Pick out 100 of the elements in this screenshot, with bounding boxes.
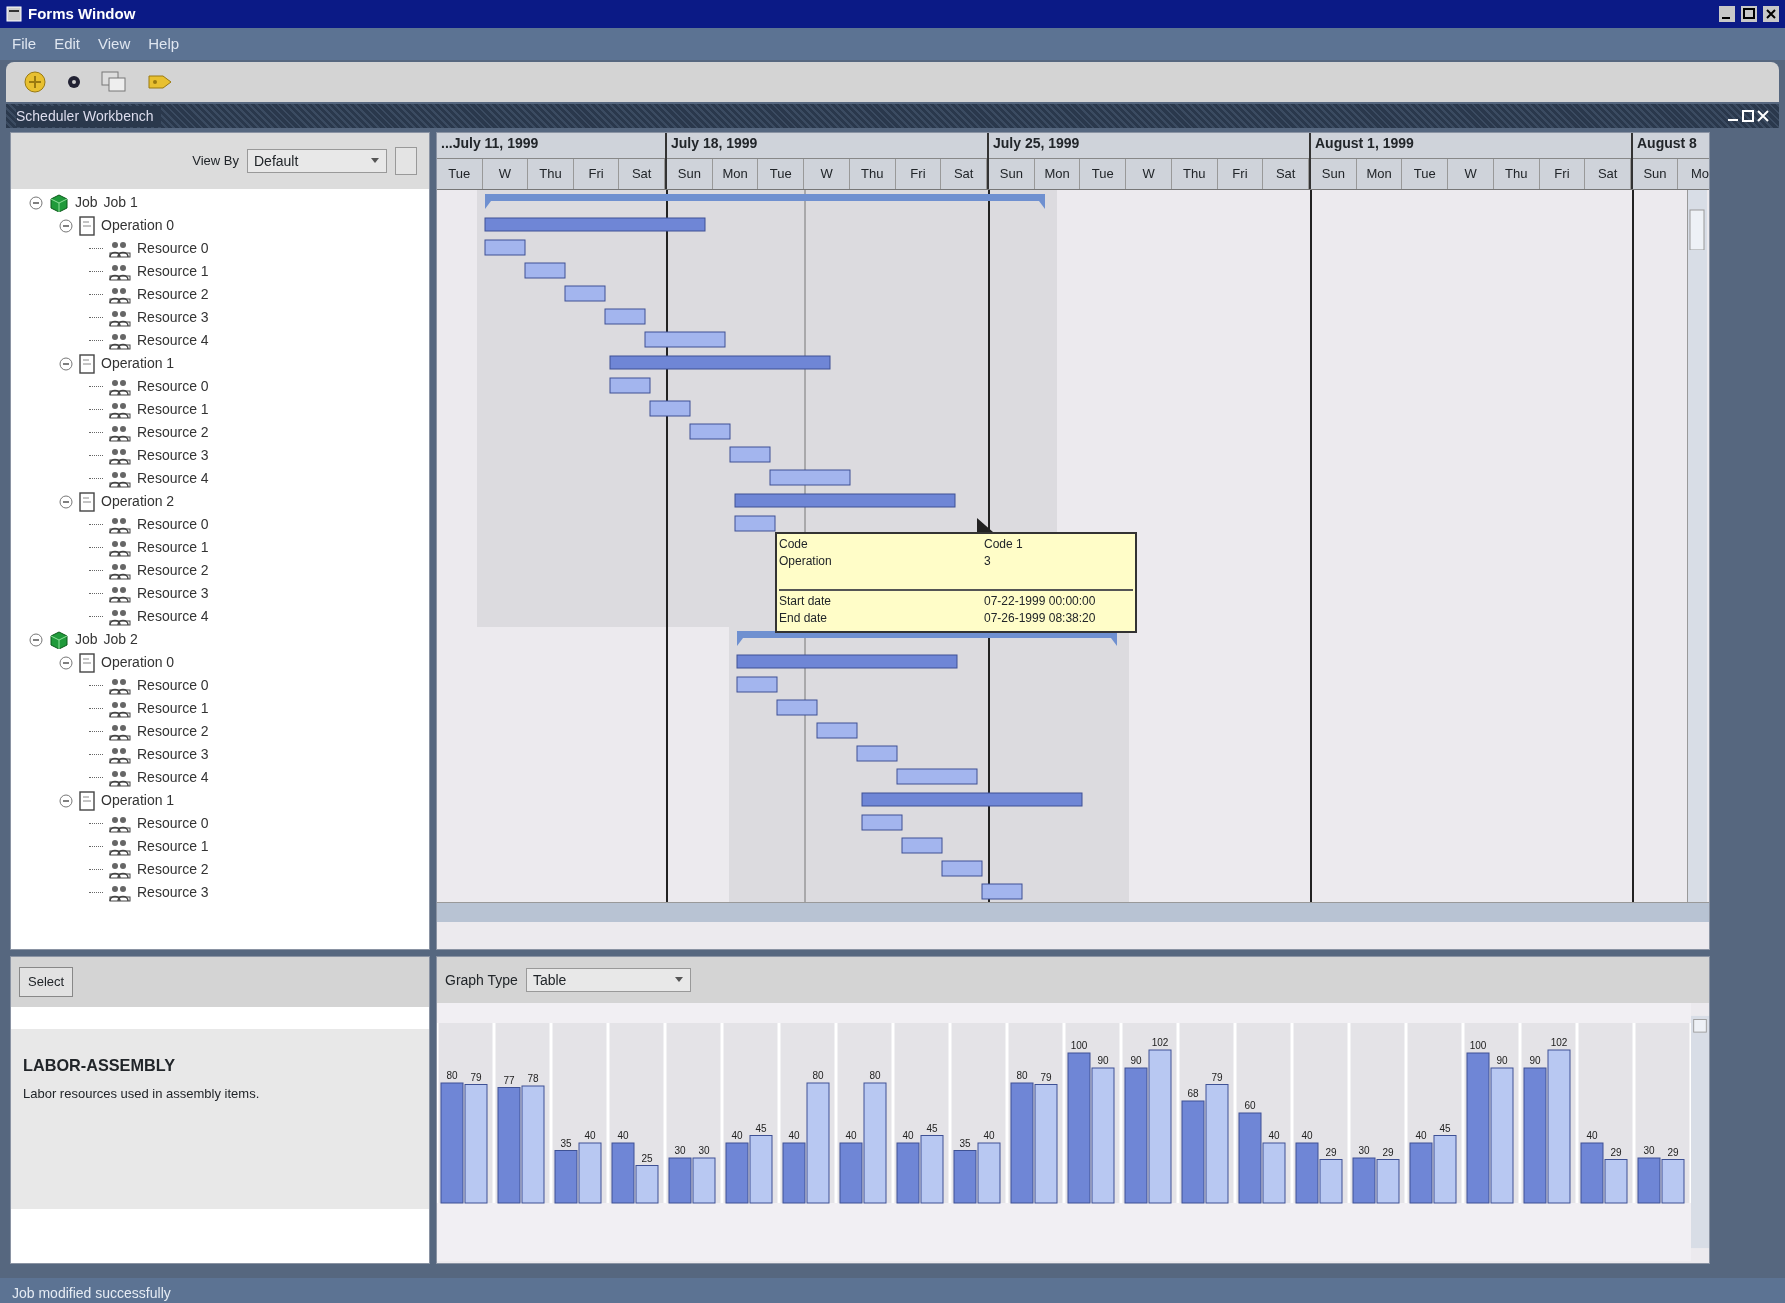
tree-item[interactable]: Resource 3	[137, 744, 209, 765]
collapse-icon[interactable]	[29, 632, 43, 647]
bar	[578, 1142, 602, 1204]
resource-bar[interactable]	[564, 285, 606, 302]
resource-bar[interactable]	[769, 469, 851, 486]
resource-bar[interactable]	[689, 423, 731, 440]
tree-item[interactable]: Resource 4	[137, 468, 209, 489]
resource-bar[interactable]	[736, 676, 778, 693]
bar-value-label: 78	[527, 1073, 539, 1084]
tree-item[interactable]: Job	[75, 192, 98, 213]
bar	[1319, 1159, 1343, 1204]
tree-item[interactable]: Resource 2	[137, 721, 209, 742]
tree-item[interactable]: Resource 3	[137, 583, 209, 604]
tree-item[interactable]: Resource 2	[137, 422, 209, 443]
menu-item[interactable]: Edit	[54, 32, 81, 56]
tree-item[interactable]: Resource 3	[137, 445, 209, 466]
scrollbar[interactable]	[437, 902, 1709, 922]
people-icon	[109, 745, 131, 764]
resource-bar[interactable]	[609, 377, 651, 394]
resource-bar[interactable]	[734, 515, 776, 532]
operation-bar[interactable]	[734, 493, 956, 508]
menu-item[interactable]: Help	[148, 32, 180, 56]
bar	[1376, 1159, 1400, 1204]
graph-type-dropdown[interactable]: Table	[525, 968, 691, 992]
tree-item[interactable]: Resource 1	[137, 836, 209, 857]
tree-item[interactable]: Resource 2	[137, 284, 209, 305]
people-icon	[109, 768, 131, 787]
operation-bar[interactable]	[736, 654, 958, 669]
bar-value-label: 30	[674, 1145, 686, 1156]
menu-item[interactable]: File	[12, 32, 37, 56]
window-title: Forms Window	[28, 3, 136, 24]
tree-item[interactable]: Resource 1	[137, 537, 209, 558]
tree-item[interactable]: Resource 2	[137, 560, 209, 581]
collapse-icon[interactable]	[29, 195, 43, 210]
resource-bar[interactable]	[729, 446, 771, 463]
tree-item[interactable]: Resource 4	[137, 606, 209, 627]
tree-item[interactable]: Resource 1	[137, 261, 209, 282]
menu-item[interactable]: View	[98, 32, 131, 56]
dot-icon[interactable]	[66, 74, 82, 90]
people-icon	[109, 469, 131, 488]
resource-bar[interactable]	[856, 745, 898, 762]
close-icon[interactable]	[1763, 6, 1779, 22]
operation-bar[interactable]	[484, 217, 706, 232]
tree-item[interactable]: Resource 4	[137, 767, 209, 788]
bar	[1604, 1159, 1628, 1204]
tree-item[interactable]: Operation 1	[101, 353, 175, 374]
burst-icon[interactable]	[22, 70, 48, 94]
operation-bar[interactable]	[609, 355, 831, 370]
tree-item[interactable]: Job	[75, 629, 98, 650]
resource-bar[interactable]	[604, 308, 646, 325]
bar-value-label: 30	[1358, 1145, 1370, 1156]
resource-bar[interactable]	[901, 837, 943, 854]
tree-item[interactable]: Operation 0	[101, 215, 175, 236]
tree-item[interactable]: Resource 1	[137, 399, 209, 420]
tree-item[interactable]: Resource 2	[137, 859, 209, 880]
view-by-dropdown[interactable]: Default	[247, 149, 387, 173]
resource-bar[interactable]	[981, 883, 1023, 900]
resource-bar[interactable]	[484, 239, 526, 256]
resource-bar[interactable]	[644, 331, 726, 348]
bar-value-label: 80	[446, 1070, 458, 1081]
select-button[interactable]: Select	[19, 967, 74, 997]
workbench-title: Scheduler Workbench	[16, 105, 162, 127]
resource-bar[interactable]	[816, 722, 858, 739]
tree-item[interactable]: Resource 0	[137, 813, 209, 834]
tree-item[interactable]: Resource 0	[137, 514, 209, 535]
resource-bar[interactable]	[776, 699, 818, 716]
resource-bar[interactable]	[941, 860, 983, 877]
resource-bar[interactable]	[649, 400, 691, 417]
tree-item[interactable]: Resource 0	[137, 238, 209, 259]
collapse-icon[interactable]	[59, 218, 73, 233]
resource-bar[interactable]	[896, 768, 978, 785]
tooltip-value: 07-22-1999 00:00:00	[984, 594, 1096, 609]
collapse-icon[interactable]	[59, 356, 73, 371]
collapse-icon[interactable]	[59, 494, 73, 509]
bar	[668, 1157, 692, 1204]
operation-bar[interactable]	[861, 792, 1083, 807]
tree-item[interactable]: Resource 0	[137, 675, 209, 696]
ellipsis-button[interactable]	[395, 147, 417, 175]
week-label: July 18, 1999	[667, 133, 987, 159]
tree-item[interactable]: Operation 0	[101, 652, 175, 673]
tree-item[interactable]: Job 1	[103, 192, 138, 213]
collapse-icon[interactable]	[59, 655, 73, 670]
windows-icon[interactable]	[100, 70, 128, 94]
bar-value-label: 35	[959, 1137, 971, 1149]
resource-bar[interactable]	[861, 814, 903, 831]
maximize-icon[interactable]	[1741, 6, 1757, 22]
collapse-icon[interactable]	[59, 793, 73, 808]
maximize-icon[interactable]	[1741, 110, 1754, 122]
tree-item[interactable]: Resource 4	[137, 330, 209, 351]
tree-item[interactable]: Resource 3	[137, 307, 209, 328]
tree-item[interactable]: Resource 0	[137, 376, 209, 397]
close-icon[interactable]	[1757, 110, 1769, 122]
minimize-icon[interactable]	[1719, 6, 1735, 22]
tree-item[interactable]: Operation 2	[101, 491, 175, 512]
tree-item[interactable]: Job 2	[103, 629, 138, 650]
tree-item[interactable]: Resource 1	[137, 698, 209, 719]
resource-bar[interactable]	[524, 262, 566, 279]
bar	[1295, 1142, 1319, 1204]
tree-item[interactable]: Operation 1	[101, 790, 175, 811]
tree-item[interactable]: Resource 3	[137, 882, 209, 903]
